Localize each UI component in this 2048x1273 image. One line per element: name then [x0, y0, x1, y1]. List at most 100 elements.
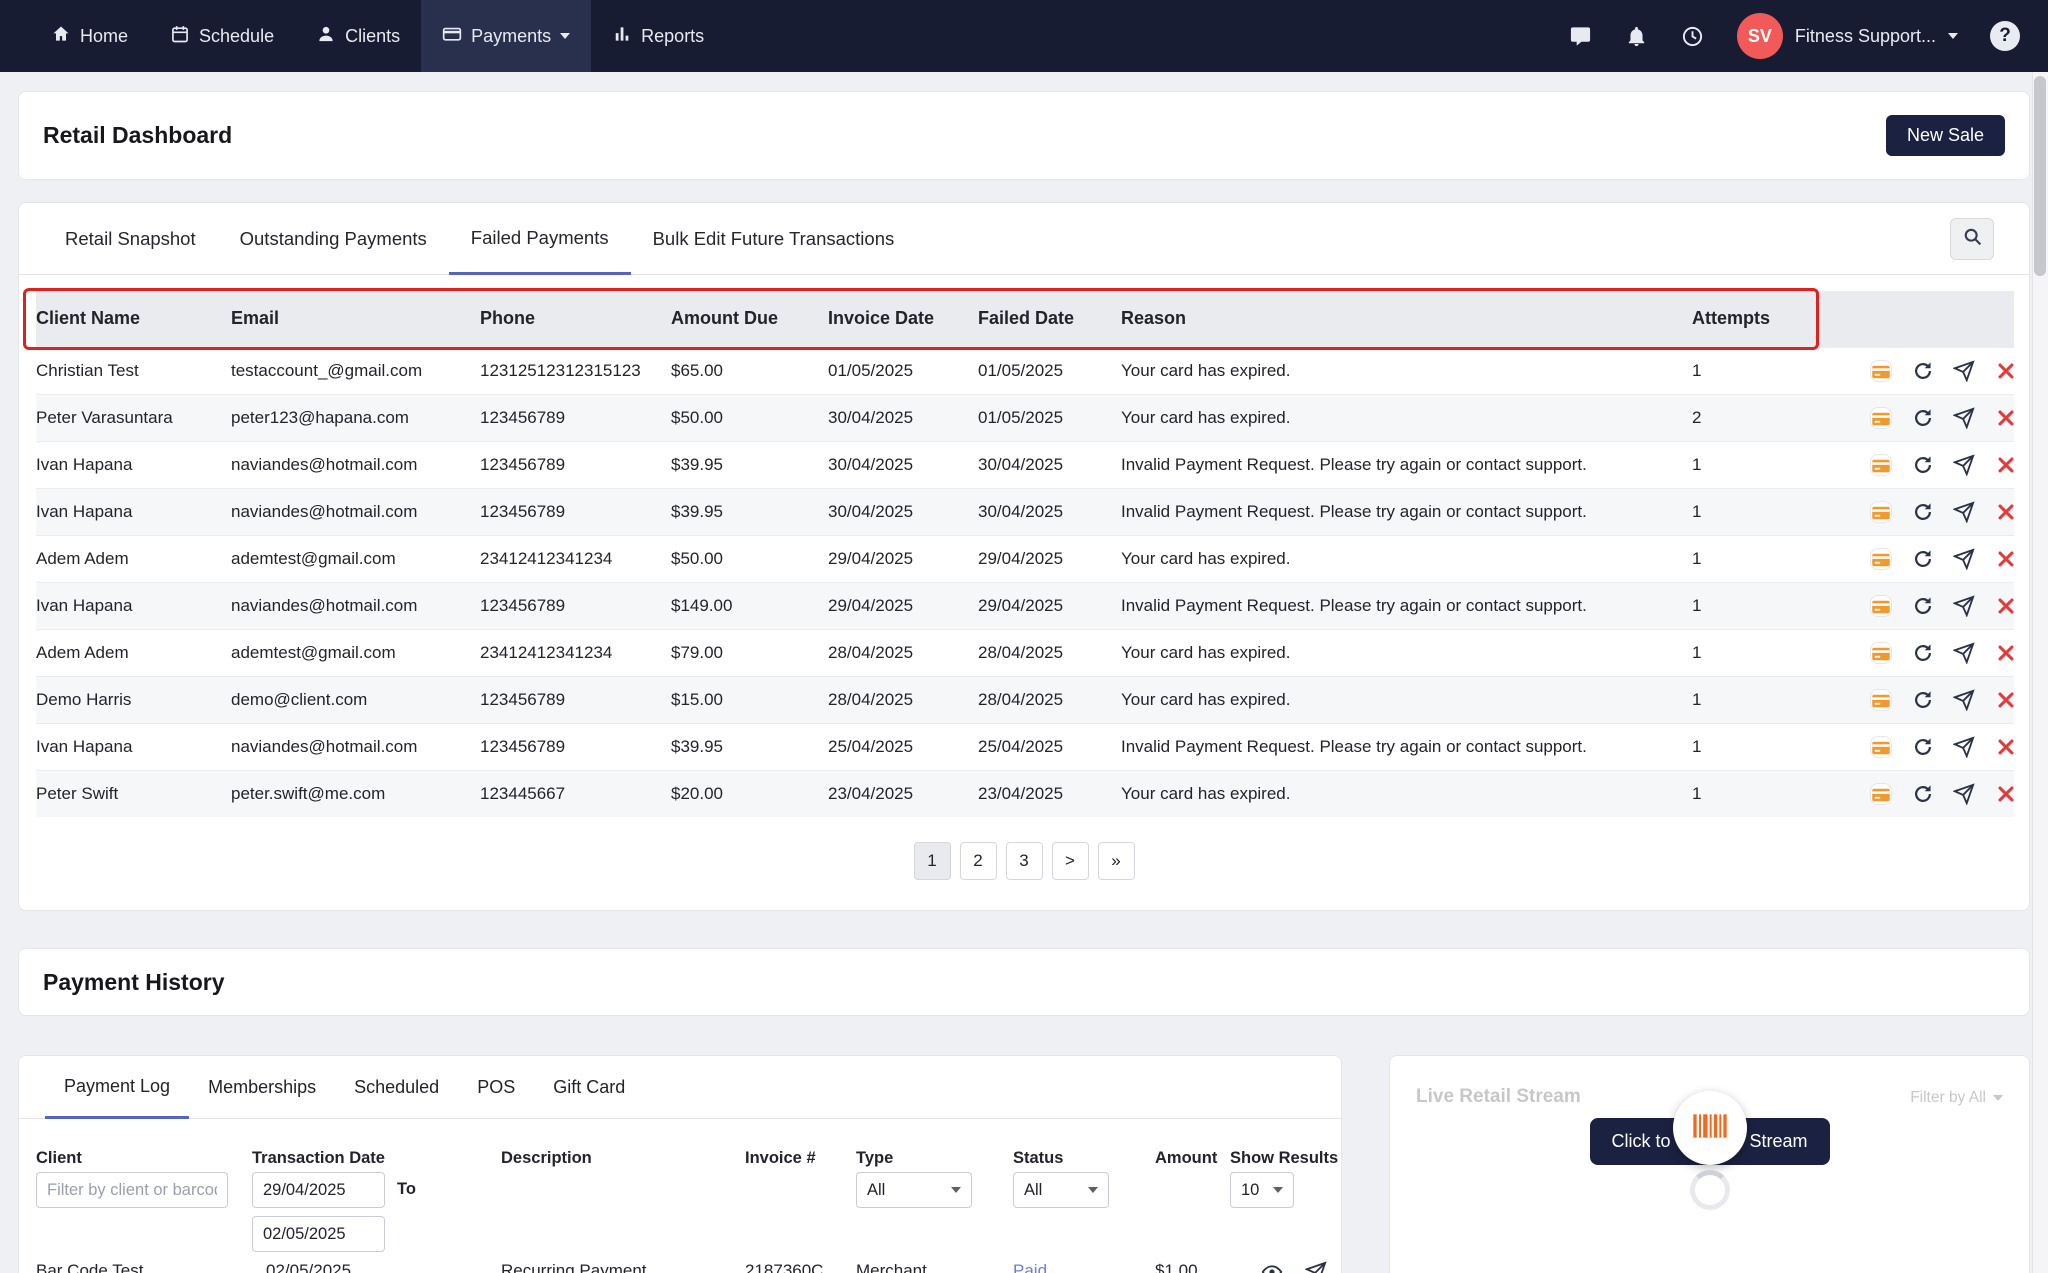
retry-payment-icon[interactable]	[1912, 548, 1934, 570]
table-row: Adem Adem ademtest@gmail.com 23412412341…	[36, 535, 2014, 582]
send-receipt-icon[interactable]	[1305, 1261, 1327, 1273]
update-card-icon[interactable]	[1870, 595, 1892, 617]
delete-payment-icon[interactable]	[1995, 689, 2014, 711]
delete-payment-icon[interactable]	[1995, 501, 2014, 523]
scrollbar-thumb[interactable]	[2034, 76, 2046, 276]
new-sale-button[interactable]: New Sale	[1886, 115, 2005, 156]
delete-payment-icon[interactable]	[1995, 360, 2014, 382]
nav-label: Schedule	[199, 26, 274, 47]
table-header-row: Client Name Email Phone Amount Due Invoi…	[36, 291, 2014, 347]
tab-bulk-edit[interactable]: Bulk Edit Future Transactions	[631, 203, 917, 275]
delete-payment-icon[interactable]	[1995, 548, 2014, 570]
top-nav: Home Schedule Clients Payments Reports S…	[0, 0, 2048, 72]
delete-payment-icon[interactable]	[1995, 407, 2014, 429]
type-select[interactable]: All	[856, 1172, 972, 1208]
search-button[interactable]	[1950, 218, 1994, 260]
update-card-icon[interactable]	[1870, 407, 1892, 429]
page-button-next[interactable]: >	[1052, 842, 1089, 880]
view-receipt-icon[interactable]	[1261, 1261, 1283, 1273]
status-select[interactable]: All	[1013, 1172, 1109, 1208]
update-card-icon[interactable]	[1870, 501, 1892, 523]
help-icon[interactable]: ?	[1990, 21, 2020, 51]
send-notification-icon[interactable]	[1953, 642, 1975, 664]
send-notification-icon[interactable]	[1953, 783, 1975, 805]
retry-payment-icon[interactable]	[1912, 783, 1934, 805]
update-card-icon[interactable]	[1870, 454, 1892, 476]
retry-payment-icon[interactable]	[1912, 689, 1934, 711]
delete-payment-icon[interactable]	[1995, 736, 2014, 758]
nav-item-payments[interactable]: Payments	[421, 0, 591, 72]
clock-icon[interactable]	[1681, 24, 1705, 48]
delete-payment-icon[interactable]	[1995, 642, 2014, 664]
nav-item-reports[interactable]: Reports	[591, 0, 725, 72]
tab-gift-card[interactable]: Gift Card	[534, 1056, 644, 1119]
update-card-icon[interactable]	[1870, 360, 1892, 382]
retry-payment-icon[interactable]	[1912, 454, 1934, 476]
retry-payment-icon[interactable]	[1912, 501, 1934, 523]
page-button-1[interactable]: 1	[914, 842, 951, 880]
page-button-2[interactable]: 2	[960, 842, 997, 880]
tab-scheduled[interactable]: Scheduled	[335, 1056, 458, 1119]
retry-payment-icon[interactable]	[1912, 736, 1934, 758]
update-card-icon[interactable]	[1870, 642, 1892, 664]
send-notification-icon[interactable]	[1953, 501, 1975, 523]
barcode-scan-button[interactable]	[1673, 1091, 1747, 1165]
page-button-3[interactable]: 3	[1006, 842, 1043, 880]
tab-memberships[interactable]: Memberships	[189, 1056, 335, 1119]
cell-email: ademtest@gmail.com	[231, 629, 480, 676]
col-attempts: Attempts	[1692, 291, 1814, 347]
cell-actions	[1814, 394, 2014, 441]
delete-payment-icon[interactable]	[1995, 783, 2014, 805]
delete-payment-icon[interactable]	[1995, 595, 2014, 617]
cell-amount-due: $149.00	[671, 582, 828, 629]
dashboard-header-card: Retail Dashboard New Sale	[18, 91, 2030, 180]
update-card-icon[interactable]	[1870, 548, 1892, 570]
row-date: 02/05/2025	[266, 1261, 351, 1273]
cell-invoice-date: 28/04/2025	[828, 629, 978, 676]
retry-payment-icon[interactable]	[1912, 407, 1934, 429]
nav-item-home[interactable]: Home	[30, 0, 149, 72]
update-card-icon[interactable]	[1870, 689, 1892, 711]
send-notification-icon[interactable]	[1953, 548, 1975, 570]
col-client-name: Client Name	[36, 291, 231, 347]
row-status-link[interactable]: Paid	[1013, 1261, 1047, 1273]
calendar-icon	[170, 24, 190, 49]
date-from-input[interactable]	[252, 1172, 385, 1208]
tab-failed-payments[interactable]: Failed Payments	[449, 203, 631, 275]
date-to-input[interactable]	[252, 1216, 385, 1252]
avatar[interactable]: SV	[1737, 13, 1783, 59]
cell-amount-due: $50.00	[671, 394, 828, 441]
cell-reason: Invalid Payment Request. Please try agai…	[1121, 723, 1692, 770]
delete-payment-icon[interactable]	[1995, 454, 2014, 476]
scrollbar-track[interactable]	[2032, 72, 2048, 1273]
nav-item-clients[interactable]: Clients	[295, 0, 421, 72]
show-results-select[interactable]: 10	[1230, 1172, 1294, 1208]
chevron-down-icon	[951, 1187, 961, 1193]
live-stream-filter[interactable]: Filter by All	[1910, 1089, 2003, 1107]
cell-attempts: 1	[1692, 723, 1814, 770]
update-card-icon[interactable]	[1870, 736, 1892, 758]
send-notification-icon[interactable]	[1953, 407, 1975, 429]
bottom-row: Payment Log Memberships Scheduled POS Gi…	[18, 1055, 2030, 1273]
tab-outstanding-payments[interactable]: Outstanding Payments	[218, 203, 449, 275]
chat-icon[interactable]	[1569, 24, 1593, 48]
nav-item-schedule[interactable]: Schedule	[149, 0, 295, 72]
account-menu[interactable]: SV Fitness Support...	[1737, 13, 1958, 59]
send-notification-icon[interactable]	[1953, 595, 1975, 617]
send-notification-icon[interactable]	[1953, 454, 1975, 476]
tab-pos[interactable]: POS	[458, 1056, 534, 1119]
tab-payment-log[interactable]: Payment Log	[45, 1056, 189, 1119]
retry-payment-icon[interactable]	[1912, 642, 1934, 664]
chevron-down-icon	[1993, 1095, 2003, 1101]
send-notification-icon[interactable]	[1953, 736, 1975, 758]
update-card-icon[interactable]	[1870, 783, 1892, 805]
send-notification-icon[interactable]	[1953, 689, 1975, 711]
client-filter-input[interactable]	[36, 1172, 228, 1208]
send-notification-icon[interactable]	[1953, 360, 1975, 382]
tab-retail-snapshot[interactable]: Retail Snapshot	[43, 203, 218, 275]
cell-client-name: Demo Harris	[36, 676, 231, 723]
retry-payment-icon[interactable]	[1912, 360, 1934, 382]
retry-payment-icon[interactable]	[1912, 595, 1934, 617]
bell-icon[interactable]	[1625, 24, 1649, 48]
page-button-last[interactable]: »	[1098, 842, 1135, 880]
